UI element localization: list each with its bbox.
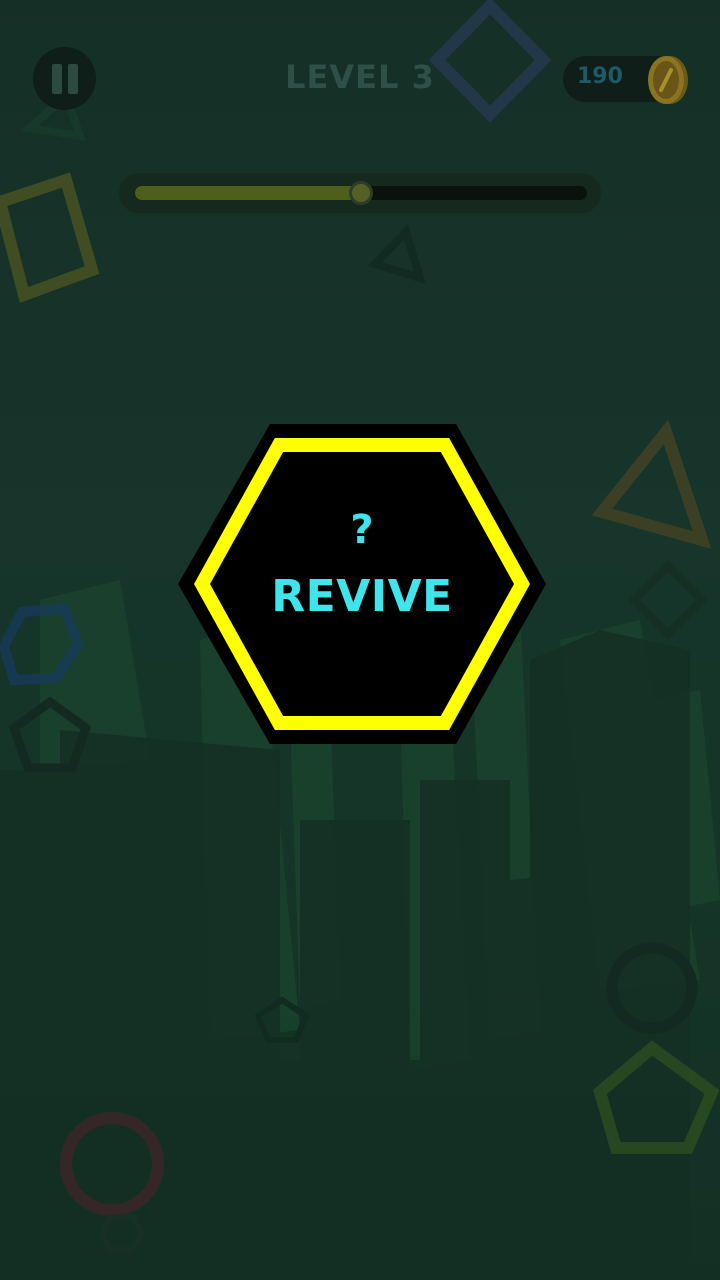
revive-button[interactable]: ? REVIVE xyxy=(177,423,547,745)
revive-label: REVIVE xyxy=(271,571,453,622)
game-screen: LEVEL 3 190 ? REVIVE xyxy=(0,0,720,1280)
level-progress-bar xyxy=(119,173,601,213)
progress-fill xyxy=(135,186,361,200)
progress-knob xyxy=(349,181,373,205)
pause-button[interactable] xyxy=(33,47,96,110)
level-title: LEVEL 3 xyxy=(285,58,435,96)
coin-count: 190 xyxy=(577,64,623,89)
pause-icon xyxy=(49,63,81,94)
revive-question-mark: ? xyxy=(350,507,374,553)
coin-icon xyxy=(648,56,688,104)
progress-track xyxy=(135,181,587,205)
